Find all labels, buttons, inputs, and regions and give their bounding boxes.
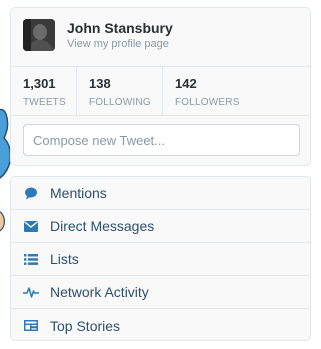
newspaper-icon xyxy=(22,319,40,333)
stat-followers[interactable]: 142 FOLLOWERS xyxy=(162,67,310,115)
list-icon xyxy=(22,252,40,266)
stat-following[interactable]: 138 FOLLOWING xyxy=(76,67,162,115)
nav-item-mentions[interactable]: Mentions xyxy=(11,177,310,210)
nav-item-top-stories[interactable]: Top Stories xyxy=(11,309,310,342)
nav-item-label: Lists xyxy=(50,251,79,267)
stat-label: FOLLOWERS xyxy=(175,97,240,108)
profile-card: John Stansbury View my profile page 1,30… xyxy=(10,7,311,166)
view-profile-link[interactable]: View my profile page xyxy=(67,38,169,50)
nav-menu: Mentions Direct Messages Lists Network A… xyxy=(10,176,311,341)
stat-value: 142 xyxy=(175,76,197,91)
stat-value: 138 xyxy=(89,76,111,91)
stat-tweets[interactable]: 1,301 TWEETS xyxy=(11,67,76,115)
envelope-icon xyxy=(22,219,40,233)
stat-label: TWEETS xyxy=(23,97,66,108)
nav-item-label: Mentions xyxy=(50,185,107,201)
nav-item-label: Direct Messages xyxy=(50,218,155,234)
avatar[interactable] xyxy=(23,19,55,51)
profile-stats: 1,301 TWEETS 138 FOLLOWING 142 FOLLOWERS xyxy=(11,66,310,116)
nav-item-label: Top Stories xyxy=(50,317,121,334)
compose-tweet-input[interactable] xyxy=(23,124,300,156)
nav-item-lists[interactable]: Lists xyxy=(11,243,310,276)
stat-value: 1,301 xyxy=(23,76,56,91)
nav-item-network-activity[interactable]: Network Activity xyxy=(11,276,310,309)
profile-name[interactable]: John Stansbury xyxy=(67,20,173,36)
speech-bubble-icon xyxy=(22,186,40,200)
nav-item-direct-messages[interactable]: Direct Messages xyxy=(11,210,310,243)
profile-header[interactable]: John Stansbury View my profile page xyxy=(23,19,298,59)
nav-item-label: Network Activity xyxy=(50,284,149,300)
stat-label: FOLLOWING xyxy=(89,97,151,108)
activity-pulse-icon xyxy=(22,285,40,299)
